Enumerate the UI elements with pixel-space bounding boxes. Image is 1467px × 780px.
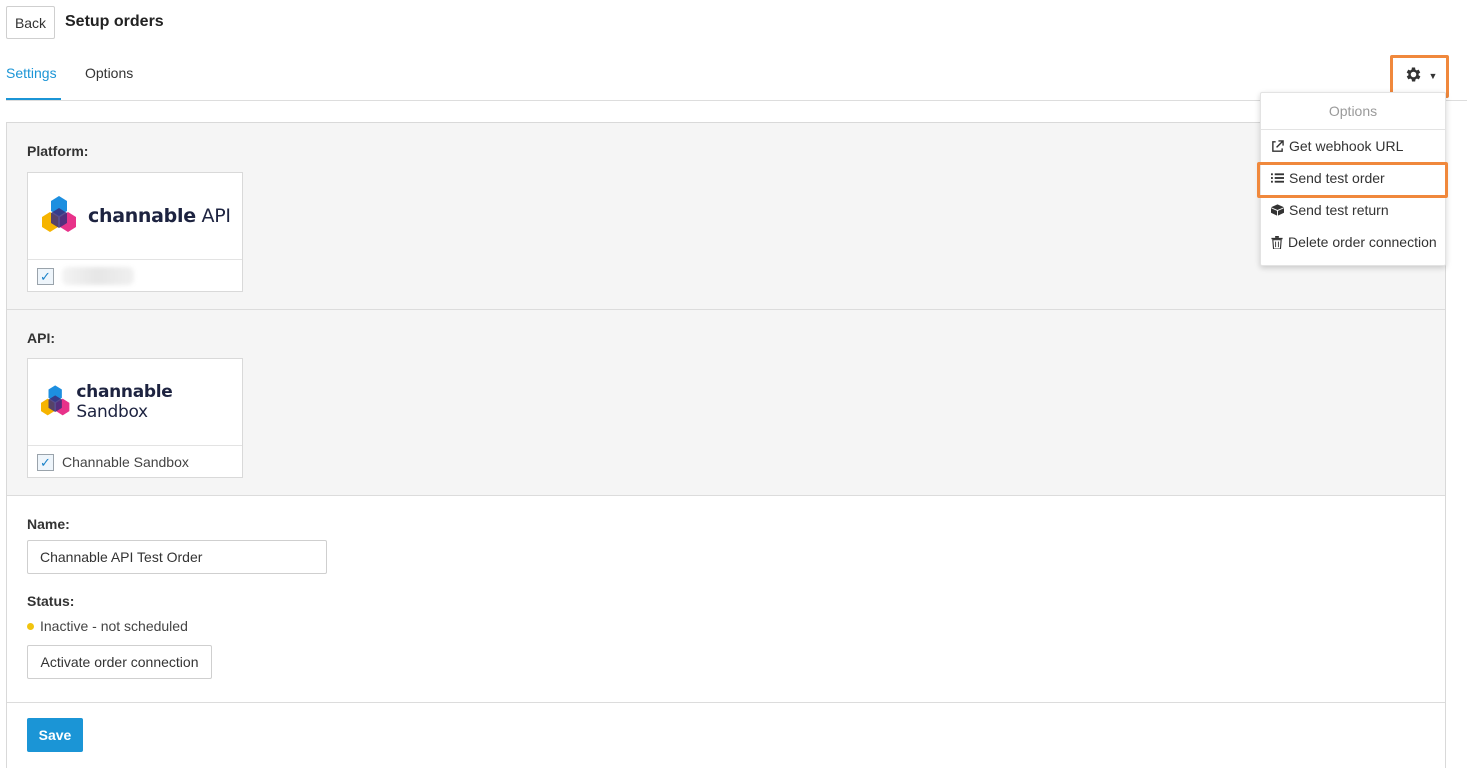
box-icon (1271, 204, 1284, 216)
tab-options[interactable]: Options (85, 65, 133, 81)
channable-logo-icon (42, 196, 76, 232)
menu-item-label: Delete order connection (1288, 234, 1437, 250)
status-text: Inactive - not scheduled (40, 618, 188, 634)
send-test-order-highlight-box (1257, 162, 1448, 198)
back-button[interactable]: Back (6, 6, 55, 39)
api-caption: Channable Sandbox (62, 454, 189, 470)
page-title: Setup orders (65, 13, 164, 30)
activate-order-connection-button[interactable]: Activate order connection (27, 645, 212, 679)
api-section: API: channable Sandbox ✓ Channable Sandb… (7, 310, 1445, 496)
channable-sandbox-logo: channable Sandbox (28, 359, 242, 445)
logo-suffix-text: Sandbox (76, 402, 148, 422)
status-dot (27, 622, 34, 630)
menu-item-get-webhook-url[interactable]: Get webhook URL (1261, 130, 1445, 162)
channable-logo-icon (41, 385, 70, 416)
platform-section: Platform: channable API ✓ (7, 123, 1445, 310)
channable-api-logo: channable API (28, 173, 242, 259)
platform-checkbox[interactable]: ✓ (37, 267, 54, 285)
menu-item-delete-order-connection[interactable]: Delete order connection (1261, 226, 1445, 258)
save-button[interactable]: Save (27, 718, 83, 752)
logo-suffix-text: API (201, 205, 231, 227)
status-label: Status: (27, 593, 75, 609)
name-status-section: Name: Status: Inactive - not scheduled A… (7, 496, 1445, 703)
external-link-icon (1272, 139, 1284, 152)
platform-card[interactable]: channable API ✓ (27, 172, 243, 292)
redacted-account-name (62, 267, 134, 285)
status-row: Inactive - not scheduled (27, 618, 188, 634)
tabs-divider (6, 100, 1467, 101)
menu-item-label: Get webhook URL (1289, 138, 1404, 154)
save-section: Save (7, 703, 1445, 769)
api-card[interactable]: channable Sandbox ✓ Channable Sandbox (27, 358, 243, 478)
settings-panel: Platform: channable API ✓ API: channable… (6, 122, 1446, 769)
logo-brand-text: channable (88, 205, 196, 227)
tab-settings[interactable]: Settings (6, 65, 57, 81)
trash-icon (1271, 235, 1283, 249)
name-label: Name: (27, 516, 70, 532)
logo-brand-text: channable (76, 382, 173, 402)
menu-item-label: Send test return (1289, 202, 1389, 218)
dropdown-header: Options (1261, 93, 1445, 130)
api-label: API: (27, 330, 55, 346)
api-checkbox[interactable]: ✓ (37, 453, 54, 471)
platform-label: Platform: (27, 143, 89, 159)
name-input[interactable] (27, 540, 327, 574)
menu-item-send-test-return[interactable]: Send test return (1261, 194, 1445, 226)
